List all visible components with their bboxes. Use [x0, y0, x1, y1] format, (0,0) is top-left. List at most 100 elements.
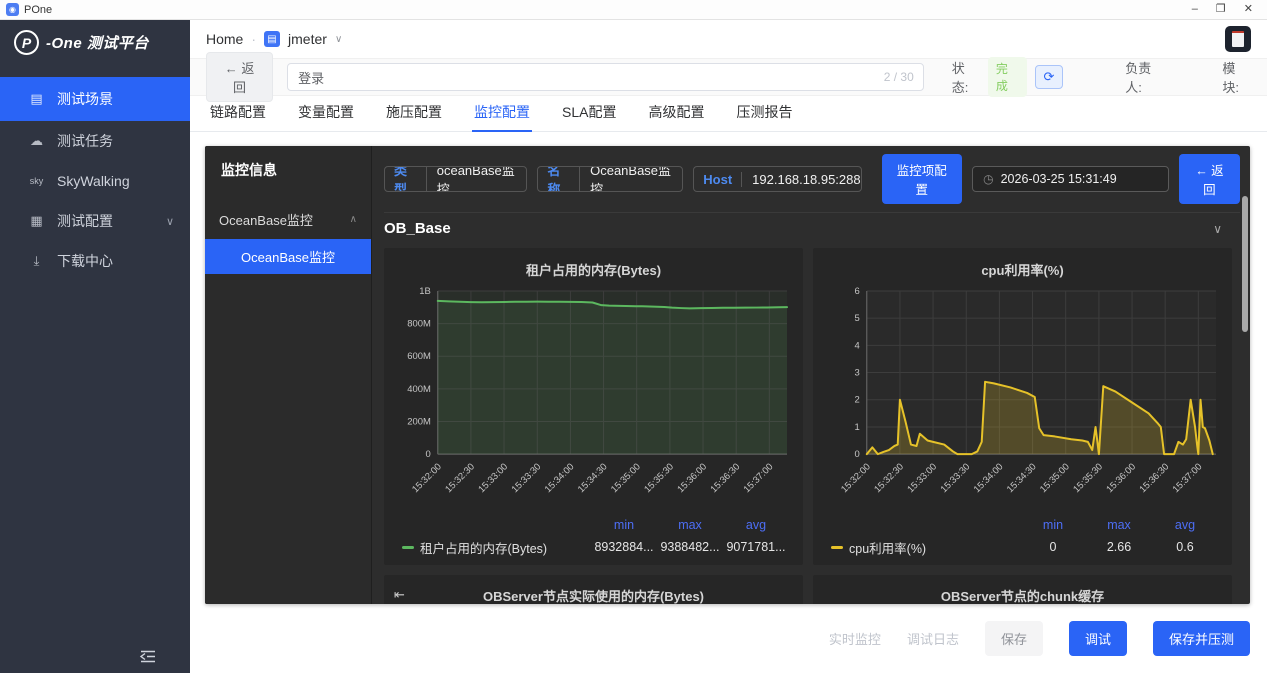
app-sidebar: P -One 测试平台 ▤ 测试场景 ☁ 测试任务 sky SkyWalking… [0, 20, 190, 673]
svg-text:15:32:00: 15:32:00 [839, 461, 873, 495]
svg-text:2: 2 [855, 395, 860, 406]
tab-sla-config[interactable]: SLA配置 [560, 94, 618, 131]
breadcrumb-home[interactable]: Home [206, 31, 243, 47]
legend-avg-header: avg [723, 518, 789, 538]
sidebar-collapse-button[interactable] [138, 649, 158, 667]
svg-text:15:34:30: 15:34:30 [576, 461, 610, 495]
chip-host-label: Host [694, 172, 741, 187]
scene-name-field: 2 / 30 [287, 63, 924, 91]
sidebar-item-download-center[interactable]: ⤓ 下载中心 [0, 241, 190, 281]
breadcrumb: Home · ▤ jmeter ∨ [206, 31, 342, 47]
config-icon: ▦ [28, 213, 45, 229]
chart-title: OBServer节点的chunk缓存 [941, 586, 1104, 604]
sidebar-item-test-scene[interactable]: ▤ 测试场景 [0, 77, 190, 121]
series-name: cpu利用率(%) [849, 538, 926, 557]
memory-line-chart[interactable]: 0200M400M600M800M1B15:32:0015:32:3015:33… [392, 281, 795, 518]
svg-text:15:36:30: 15:36:30 [709, 461, 743, 495]
save-button[interactable]: 保存 [985, 621, 1043, 656]
chart-title: cpu利用率(%) [821, 260, 1224, 279]
project-icon: ▤ [264, 31, 280, 47]
series-marker [402, 546, 414, 549]
svg-text:0: 0 [426, 449, 431, 460]
svg-text:1B: 1B [419, 286, 431, 297]
config-tabs: 链路配置 变量配置 施压配置 监控配置 SLA配置 高级配置 压测报告 [190, 96, 1267, 132]
tab-content: 监控信息 OceanBase监控 ∧ OceanBase监控 类型 oceanB… [190, 132, 1267, 603]
legend-row[interactable]: 租户占用的内存(Bytes) 8932884... 9388482... 907… [402, 538, 789, 557]
legend-row[interactable]: cpu利用率(%) 0 2.66 0.6 [831, 538, 1218, 557]
realtime-monitor-button[interactable]: 实时监控 [829, 629, 881, 648]
svg-text:200M: 200M [407, 416, 431, 427]
chevron-down-icon[interactable]: ∨ [1213, 222, 1222, 236]
logo-text: -One 测试平台 [46, 32, 149, 53]
svg-text:15:37:00: 15:37:00 [742, 461, 776, 495]
chart-card-memory: 租户占用的内存(Bytes) 0200M400M600M800M1B15:32:… [384, 248, 803, 565]
tab-variable-config[interactable]: 变量配置 [296, 94, 356, 131]
tab-advanced-config[interactable]: 高级配置 [646, 94, 706, 131]
svg-text:15:33:00: 15:33:00 [476, 461, 510, 495]
section-title: OB_Base [384, 220, 451, 237]
chart-card-cpu: cpu利用率(%) 012345615:32:0015:32:3015:33:0… [813, 248, 1232, 565]
chart-card-observer-memory: ⇤ OBServer节点实际使用的内存(Bytes) [384, 575, 803, 604]
sidebar-item-label: 测试配置 [57, 211, 113, 231]
minimize-button[interactable]: – [1192, 4, 1198, 15]
scene-name-input[interactable] [287, 63, 924, 91]
dock-left-icon[interactable]: ⇤ [394, 587, 405, 603]
monitor-sidebar-title: 监控信息 [205, 160, 371, 180]
svg-text:6: 6 [855, 286, 860, 297]
monitor-back-button[interactable]: ← 返回 [1179, 154, 1240, 204]
tree-node-oceanbase[interactable]: OceanBase监控 ∧ [205, 202, 371, 239]
monitor-item-config-button[interactable]: 监控项配置 [882, 154, 963, 204]
chevron-down-icon[interactable]: ∨ [335, 34, 342, 45]
tab-pressure-config[interactable]: 施压配置 [384, 94, 444, 131]
avatar-image [1232, 31, 1244, 47]
svg-text:15:36:30: 15:36:30 [1138, 461, 1172, 495]
legend-min-header: min [591, 518, 657, 538]
datetime-picker[interactable]: ◷ 2026-03-25 15:31:49 [972, 166, 1169, 192]
svg-text:15:35:00: 15:35:00 [1038, 461, 1072, 495]
chevron-up-icon: ∧ [350, 214, 357, 225]
tab-link-config[interactable]: 链路配置 [208, 94, 268, 131]
sidebar-item-skywalking[interactable]: sky SkyWalking [0, 161, 190, 201]
svg-text:15:33:30: 15:33:30 [510, 461, 544, 495]
chip-name-label: 名称 [538, 166, 579, 192]
breadcrumb-separator: · [251, 31, 256, 47]
clipboard-icon: ▤ [28, 91, 45, 107]
chip-name: 名称 OceanBase监控 [537, 166, 683, 192]
save-and-test-button[interactable]: 保存并压测 [1153, 621, 1250, 656]
tab-test-report[interactable]: 压测报告 [734, 94, 794, 131]
series-min: 0 [1020, 540, 1086, 554]
page-header: Home · ▤ jmeter ∨ [190, 20, 1267, 58]
close-button[interactable]: ✕ [1244, 4, 1253, 15]
legend-max-header: max [657, 518, 723, 538]
sidebar-item-test-task[interactable]: ☁ 测试任务 [0, 121, 190, 161]
sidebar-item-test-config[interactable]: ▦ 测试配置 ∨ [0, 201, 190, 241]
sky-icon: sky [28, 176, 45, 186]
series-marker [831, 546, 843, 549]
svg-text:15:35:30: 15:35:30 [1071, 461, 1105, 495]
svg-text:15:33:00: 15:33:00 [905, 461, 939, 495]
scene-toolbar: ← 返回 2 / 30 状态: 完成 ⟳ 负责人: 模块: [190, 58, 1267, 96]
tab-monitor-config[interactable]: 监控配置 [472, 94, 532, 131]
cpu-line-chart[interactable]: 012345615:32:0015:32:3015:33:0015:33:301… [821, 281, 1224, 518]
chip-type: 类型 oceanBase监控 [384, 166, 527, 192]
project-name[interactable]: jmeter [288, 31, 327, 47]
logo-icon: P [14, 30, 39, 55]
tree-leaf-oceanbase-selected[interactable]: OceanBase监控 [205, 239, 371, 274]
chart-legend: min max avg 租户占用的内存(Bytes) 893288 [392, 518, 795, 559]
app-icon: ◉ [6, 3, 19, 16]
legend-max-header: max [1086, 518, 1152, 538]
series-avg: 9071781... [723, 540, 789, 554]
debug-button[interactable]: 调试 [1069, 621, 1127, 656]
svg-text:15:32:00: 15:32:00 [410, 461, 444, 495]
section-header-ob-base: OB_Base ∨ [384, 213, 1240, 244]
sidebar-item-label: 测试场景 [57, 89, 113, 109]
panel-scrollbar[interactable] [1242, 196, 1248, 332]
avatar[interactable] [1225, 26, 1251, 52]
sidebar-item-label: SkyWalking [57, 173, 130, 189]
bottom-charts-row: ⇤ OBServer节点实际使用的内存(Bytes) OBServer节点的ch… [384, 575, 1240, 604]
monitor-chipbar: 类型 oceanBase监控 名称 OceanBase监控 Host 192.1… [384, 154, 1240, 213]
chip-type-value: oceanBase监控 [426, 166, 527, 192]
maximize-button[interactable]: ❐ [1216, 4, 1226, 15]
refresh-button[interactable]: ⟳ [1035, 65, 1064, 89]
debug-log-button[interactable]: 调试日志 [907, 629, 959, 648]
